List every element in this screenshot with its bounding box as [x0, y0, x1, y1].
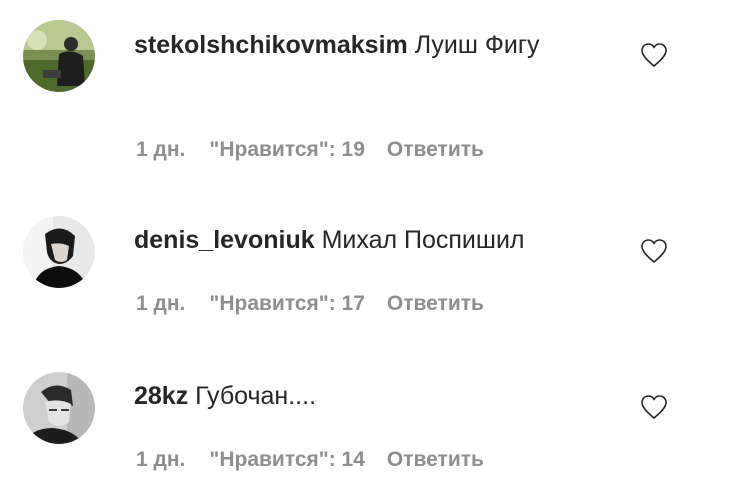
comment-meta: 1 дн. "Нравится": 19 Ответить	[136, 138, 484, 162]
comment-time[interactable]: 1 дн.	[136, 292, 185, 316]
comment-username[interactable]: denis_levoniuk	[134, 226, 315, 254]
comment-username[interactable]: 28kz	[134, 382, 188, 410]
comment-text: denis_levoniuk Михал Поспишил	[134, 220, 614, 260]
avatar-image	[23, 216, 95, 288]
comment-time[interactable]: 1 дн.	[136, 448, 185, 472]
comment-meta: 1 дн. "Нравится": 17 Ответить	[136, 292, 484, 316]
comment-likes[interactable]: "Нравится": 17	[209, 292, 365, 316]
reply-button[interactable]: Ответить	[387, 448, 484, 472]
comment-likes[interactable]: "Нравится": 19	[209, 138, 365, 162]
heart-icon[interactable]	[640, 394, 668, 420]
reply-button[interactable]: Ответить	[387, 138, 484, 162]
avatar[interactable]	[23, 20, 95, 92]
avatar[interactable]	[23, 372, 95, 444]
reply-button[interactable]: Ответить	[387, 292, 484, 316]
comment-meta: 1 дн. "Нравится": 14 Ответить	[136, 448, 484, 472]
comment-body: Луиш Фигу	[414, 31, 540, 59]
comment-text: stekolshchikovmaksim Луиш Фигу	[134, 25, 614, 65]
heart-icon[interactable]	[640, 238, 668, 264]
avatar-image	[23, 20, 95, 92]
heart-icon[interactable]	[640, 42, 668, 68]
comment-body: Михал Поспишил	[321, 226, 525, 254]
comment-text: 28kz Губочан....	[134, 376, 614, 416]
comment-username[interactable]: stekolshchikovmaksim	[134, 31, 408, 59]
avatar[interactable]	[23, 216, 95, 288]
comment-body: Губочан....	[195, 382, 317, 410]
avatar-image	[23, 372, 95, 444]
comment-time[interactable]: 1 дн.	[136, 138, 185, 162]
comment-likes[interactable]: "Нравится": 14	[209, 448, 365, 472]
